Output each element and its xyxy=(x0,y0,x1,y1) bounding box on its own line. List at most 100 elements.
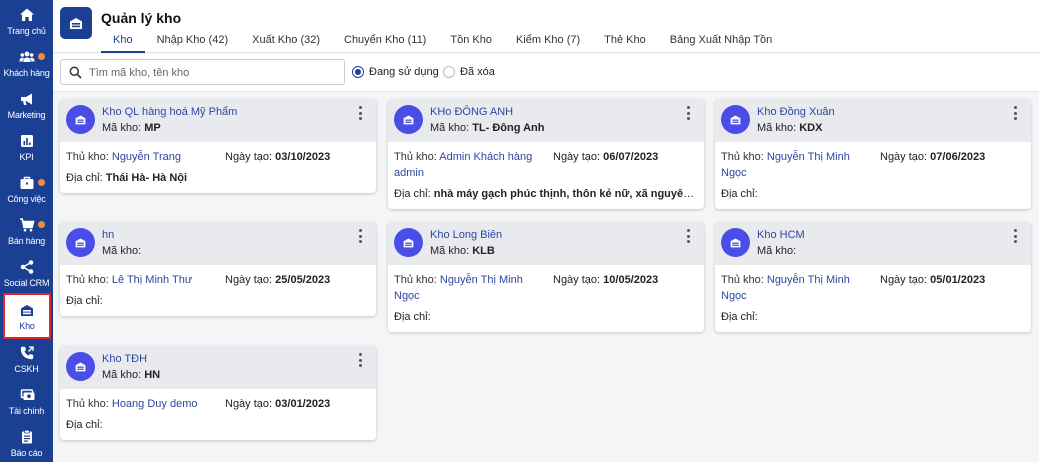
code-label: Mã kho: xyxy=(757,122,797,134)
created-date: Ngày tạo: 07/06/2023 xyxy=(880,149,985,165)
card-header: hn Mã kho: xyxy=(60,222,376,265)
more-options-icon[interactable] xyxy=(1012,229,1018,243)
clipboard-icon xyxy=(21,429,32,444)
warehouse-card[interactable]: KHo ĐÔNG ANH Mã kho: TL- Đông Anh Thủ kh… xyxy=(388,99,704,209)
warehouse-card[interactable]: hn Mã kho: Thủ kho: Lê Thị Minh Thư Ngày… xyxy=(60,222,376,316)
sidebar-item-label: Tài chính xyxy=(8,406,45,416)
warehouse-name[interactable]: Kho TĐH xyxy=(102,353,147,365)
tab-inventory[interactable]: Tồn Kho xyxy=(438,32,504,53)
created-label: Ngày tạo: xyxy=(880,274,928,286)
sidebar-item-label: Social CRM xyxy=(3,278,50,288)
warehouse-address: Địa chỉ: xyxy=(66,293,370,309)
warehouse-keeper: Thủ kho: Nguyễn Trang xyxy=(66,149,216,165)
filter-active-label: Đang sử dụng xyxy=(369,66,439,78)
created-value: 07/06/2023 xyxy=(930,151,986,163)
tab-transfer[interactable]: Chuyển Kho (11) xyxy=(332,32,438,53)
filter-deleted-radio[interactable]: Đã xóa xyxy=(443,66,495,78)
warehouse-name[interactable]: Kho Long Biên xyxy=(430,229,502,241)
keeper-value[interactable]: Lê Thị Minh Thư xyxy=(112,274,192,286)
created-date: Ngày tạo: 03/10/2023 xyxy=(225,149,330,165)
sidebar-item-customer-care[interactable]: CSKH xyxy=(0,342,53,382)
search-input[interactable] xyxy=(89,64,339,81)
created-date: Ngày tạo: 03/01/2023 xyxy=(225,396,330,412)
warehouse-code: Mã kho: KDX xyxy=(757,122,822,134)
warehouse-name[interactable]: hn xyxy=(102,229,114,241)
created-date: Ngày tạo: 06/07/2023 xyxy=(553,149,658,165)
created-date: Ngày tạo: 05/01/2023 xyxy=(880,272,985,288)
sidebar-item-customers[interactable]: Khách hàng xyxy=(0,46,53,86)
users-icon xyxy=(19,51,34,62)
sidebar-item-label: Báo cáo xyxy=(10,448,43,458)
tab-stock-check[interactable]: Kiểm Kho (7) xyxy=(504,32,592,53)
code-value: KDX xyxy=(799,122,823,134)
sidebar-item-kpi[interactable]: KPI xyxy=(0,130,53,170)
sidebar-item-label: Công việc xyxy=(7,194,46,204)
warehouse-icon xyxy=(730,238,741,248)
created-date: Ngày tạo: 25/05/2023 xyxy=(225,272,330,288)
warehouse-card[interactable]: Kho Long Biên Mã kho: KLB Thủ kho: Nguyễ… xyxy=(388,222,704,332)
tab-warehouse[interactable]: Kho xyxy=(101,32,145,53)
warehouse-card[interactable]: Kho QL hàng hoá Mỹ Phẩm Mã kho: MP Thủ k… xyxy=(60,99,376,193)
sidebar-item-warehouse[interactable]: Kho xyxy=(3,293,51,339)
created-label: Ngày tạo: xyxy=(553,151,601,163)
page-header: Quản lý kho Kho Nhập Kho (42) Xuất Kho (… xyxy=(53,0,1039,53)
address-label: Địa chỉ: xyxy=(394,188,431,200)
sidebar-item-marketing[interactable]: Marketing xyxy=(0,88,53,128)
sidebar-item-home[interactable]: Trang chủ xyxy=(0,4,53,44)
code-label: Mã kho: xyxy=(102,122,142,134)
card-body: Thủ kho: Admin Khách hàng admin Ngày tạo… xyxy=(388,142,704,209)
warehouse-card[interactable]: Kho TĐH Mã kho: HN Thủ kho: Hoang Duy de… xyxy=(60,346,376,440)
sidebar-item-finance[interactable]: Tài chính xyxy=(0,384,53,424)
warehouse-card[interactable]: Kho HCM Mã kho: Thủ kho: Nguyễn Thị Minh… xyxy=(715,222,1031,332)
card-header: Kho TĐH Mã kho: HN xyxy=(60,346,376,389)
sidebar-item-label: CSKH xyxy=(14,364,39,374)
chart-icon xyxy=(20,135,33,147)
warehouse-icon xyxy=(75,238,86,248)
phone-icon xyxy=(20,346,34,360)
code-label: Mã kho: xyxy=(430,245,470,257)
keeper-label: Thủ kho: xyxy=(66,274,109,286)
warehouse-avatar xyxy=(66,228,95,257)
notification-dot xyxy=(38,179,45,186)
warehouse-icon xyxy=(403,115,414,125)
share-icon xyxy=(20,260,33,274)
more-options-icon[interactable] xyxy=(685,106,691,120)
more-options-icon[interactable] xyxy=(357,229,363,243)
keeper-value[interactable]: Nguyễn Trang xyxy=(112,151,181,163)
tab-export[interactable]: Xuất Kho (32) xyxy=(240,32,332,53)
filter-active-radio[interactable]: Đang sử dụng xyxy=(352,66,439,78)
warehouse-address: Địa chỉ: xyxy=(394,309,698,325)
more-options-icon[interactable] xyxy=(357,106,363,120)
radio-unchecked-icon xyxy=(443,66,455,78)
warehouse-name[interactable]: KHo ĐÔNG ANH xyxy=(430,106,513,118)
more-options-icon[interactable] xyxy=(1012,106,1018,120)
sidebar-item-reports[interactable]: Báo cáo xyxy=(0,426,53,462)
warehouse-name[interactable]: Kho Đồng Xuân xyxy=(757,106,835,118)
warehouse-icon xyxy=(21,305,33,316)
money-icon xyxy=(20,389,34,400)
code-value: KLB xyxy=(472,245,495,257)
created-label: Ngày tạo: xyxy=(225,274,273,286)
warehouse-keeper: Thủ kho: Admin Khách hàng admin xyxy=(394,149,544,181)
search-box xyxy=(60,59,345,85)
more-options-icon[interactable] xyxy=(685,229,691,243)
warehouse-name[interactable]: Kho QL hàng hoá Mỹ Phẩm xyxy=(102,106,237,118)
created-value: 06/07/2023 xyxy=(603,151,659,163)
warehouse-code: Mã kho: KLB xyxy=(430,245,495,257)
tab-io-report[interactable]: Bảng Xuất Nhập Tồn xyxy=(658,32,785,53)
tab-import[interactable]: Nhập Kho (42) xyxy=(145,32,241,53)
sidebar-item-label: Khách hàng xyxy=(3,68,50,78)
created-label: Ngày tạo: xyxy=(553,274,601,286)
cart-icon xyxy=(19,218,35,232)
sidebar-item-sales[interactable]: Bán hàng xyxy=(0,214,53,254)
tab-stock-card[interactable]: Thẻ Kho xyxy=(592,32,658,53)
radio-checked-icon xyxy=(352,66,364,78)
keeper-value[interactable]: Hoang Duy demo xyxy=(112,398,198,410)
sidebar-item-tasks[interactable]: Công việc xyxy=(0,172,53,212)
more-options-icon[interactable] xyxy=(357,353,363,367)
warehouse-name[interactable]: Kho HCM xyxy=(757,229,805,241)
card-header: Kho Đồng Xuân Mã kho: KDX xyxy=(715,99,1031,142)
warehouse-icon xyxy=(75,115,86,125)
warehouse-card[interactable]: Kho Đồng Xuân Mã kho: KDX Thủ kho: Nguyễ… xyxy=(715,99,1031,209)
sidebar-item-social-crm[interactable]: Social CRM xyxy=(0,256,53,296)
